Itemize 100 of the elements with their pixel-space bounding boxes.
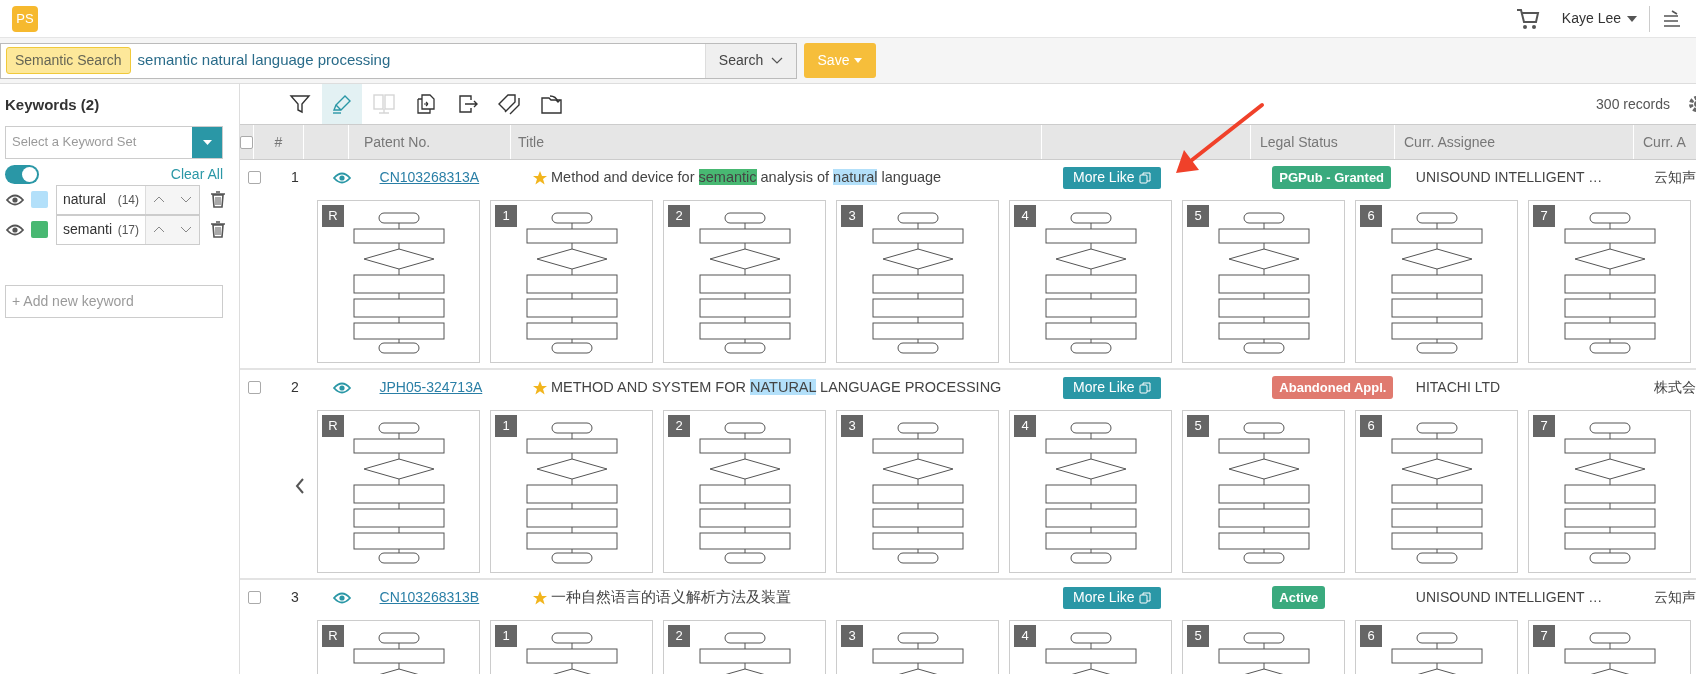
more-like-button[interactable]: More Like — [1063, 166, 1161, 189]
checkbox[interactable] — [248, 171, 262, 184]
drawing-thumbnail[interactable]: 6 — [1355, 410, 1518, 573]
split-screen-icon — [372, 93, 396, 115]
figure-number-badge: 5 — [1187, 205, 1209, 227]
highlighter-icon — [331, 93, 353, 115]
eye-icon[interactable] — [6, 193, 24, 206]
assignee-cell-text: UNISOUND INTELLIGENT … — [1414, 588, 1604, 607]
user-menu[interactable]: Kaye Lee — [1561, 8, 1637, 29]
figure-number-badge: 6 — [1360, 415, 1382, 437]
drawing-thumbnail[interactable]: R — [317, 620, 480, 674]
dropdown-button[interactable] — [192, 126, 222, 158]
filter-icon — [289, 93, 311, 115]
search-button[interactable]: Search — [705, 43, 796, 78]
row-number: 3 — [289, 588, 300, 607]
more-like-button[interactable]: More Like — [1063, 376, 1161, 399]
drawing-thumbnail[interactable]: 6 — [1355, 620, 1518, 674]
figure-number-badge: 4 — [1014, 205, 1036, 227]
trash-icon[interactable] — [211, 221, 225, 238]
chevron-down-icon[interactable] — [179, 226, 192, 233]
clear-all-link[interactable]: Clear All — [170, 163, 223, 185]
eye-icon[interactable] — [6, 223, 24, 236]
chevron-up-icon[interactable] — [153, 226, 166, 233]
drawing-thumbnail[interactable]: 1 — [490, 200, 653, 363]
column-header: # — [274, 132, 283, 152]
figure-number-badge: 1 — [495, 415, 517, 437]
table-cell-text: 株式会 — [1653, 378, 1696, 397]
drawing-thumbnail[interactable]: 4 — [1009, 620, 1172, 674]
figure-number-badge: 5 — [1187, 415, 1209, 437]
drawing-thumbnail[interactable]: 6 — [1355, 200, 1518, 363]
drawing-thumbnail[interactable]: 7 — [1528, 620, 1691, 674]
search-query: semantic natural language processing — [137, 50, 391, 71]
search-field[interactable]: Semantic Search semantic natural language processing Search — [0, 42, 797, 79]
cart-icon[interactable] — [1515, 7, 1540, 30]
drawing-thumbnail[interactable]: 1 — [490, 410, 653, 573]
star-icon[interactable] — [533, 590, 547, 605]
figure-number-badge: 5 — [1187, 625, 1209, 647]
drawing-thumbnail[interactable]: 7 — [1528, 200, 1691, 363]
drawing-thumbnail[interactable]: 4 — [1009, 410, 1172, 573]
figure-number-badge: 7 — [1533, 625, 1555, 647]
figure-number-badge: R — [322, 415, 344, 437]
drawing-thumbnail[interactable]: R — [317, 200, 480, 363]
figure-number-badge: 4 — [1014, 415, 1036, 437]
drawing-thumbnail[interactable]: 3 — [836, 620, 999, 674]
column-header: Legal Status — [1260, 132, 1338, 152]
checkbox[interactable] — [248, 591, 262, 604]
documents-transfer-icon — [415, 93, 437, 115]
export-icon — [457, 93, 479, 115]
record-count: 300 records — [1596, 94, 1670, 114]
drawing-thumbnail[interactable]: 5 — [1182, 410, 1345, 573]
tags-icon — [497, 93, 523, 115]
figure-number-badge: 1 — [495, 205, 517, 227]
drawing-thumbnail[interactable]: 4 — [1009, 200, 1172, 363]
add-keyword-field[interactable]: + Add new keyword — [5, 284, 223, 318]
figure-number-badge: 1 — [495, 625, 517, 647]
drawing-thumbnail[interactable]: 7 — [1528, 410, 1691, 573]
trash-icon[interactable] — [211, 191, 225, 208]
drawing-thumbnail[interactable]: 3 — [836, 410, 999, 573]
figure-number-badge: 3 — [841, 625, 863, 647]
drawing-thumbnail[interactable]: 2 — [663, 200, 826, 363]
patent-number-link[interactable]: CN103268313B — [379, 589, 480, 605]
drawing-thumbnail[interactable]: 3 — [836, 200, 999, 363]
checkbox[interactable] — [248, 381, 262, 394]
figure-number-badge: 2 — [668, 625, 690, 647]
keyword-set-input[interactable]: Select a Keyword Set — [6, 132, 192, 152]
figure-number-badge: 2 — [668, 415, 690, 437]
figure-number-badge: 7 — [1533, 205, 1555, 227]
chevron-down-icon — [771, 57, 784, 64]
eye-icon[interactable] — [333, 171, 352, 184]
checkbox[interactable] — [240, 135, 253, 149]
chevron-left-icon[interactable] — [295, 478, 305, 494]
figure-number-badge: 4 — [1014, 625, 1036, 647]
column-header: Patent No. — [364, 132, 431, 152]
eye-icon[interactable] — [333, 591, 352, 604]
keyword-color-swatch[interactable] — [31, 191, 48, 208]
keyword-set-select[interactable]: Select a Keyword Set — [5, 125, 223, 159]
patent-number-link[interactable]: CN103268313A — [379, 169, 480, 185]
sidebar-title: Keywords (2) — [5, 95, 101, 115]
keyword-count: (14) — [117, 191, 139, 209]
figure-number-badge: 3 — [841, 205, 863, 227]
star-icon[interactable] — [533, 170, 547, 185]
keyword-color-swatch[interactable] — [31, 221, 48, 238]
figure-number-badge: R — [322, 625, 344, 647]
patent-number-link[interactable]: JPH05-324713A — [379, 379, 483, 395]
chevron-down-icon[interactable] — [179, 196, 192, 203]
drawing-thumbnail[interactable]: 5 — [1182, 200, 1345, 363]
legal-status-badge: Active — [1272, 585, 1326, 610]
chevron-up-icon[interactable] — [153, 196, 166, 203]
eye-icon[interactable] — [333, 381, 352, 394]
drawing-thumbnail[interactable]: 2 — [663, 410, 826, 573]
toggle-switch[interactable] — [5, 164, 39, 184]
figure-number-badge: 2 — [668, 205, 690, 227]
drawing-thumbnail[interactable]: 2 — [663, 620, 826, 674]
drawing-thumbnail[interactable]: R — [317, 410, 480, 573]
more-like-button[interactable]: More Like — [1063, 586, 1161, 609]
drawing-thumbnail[interactable]: 1 — [490, 620, 653, 674]
drawing-thumbnail[interactable]: 5 — [1182, 620, 1345, 674]
star-icon[interactable] — [533, 380, 547, 395]
column-header: Curr. Assignee — [1404, 132, 1496, 152]
caret-icon — [1627, 15, 1637, 22]
